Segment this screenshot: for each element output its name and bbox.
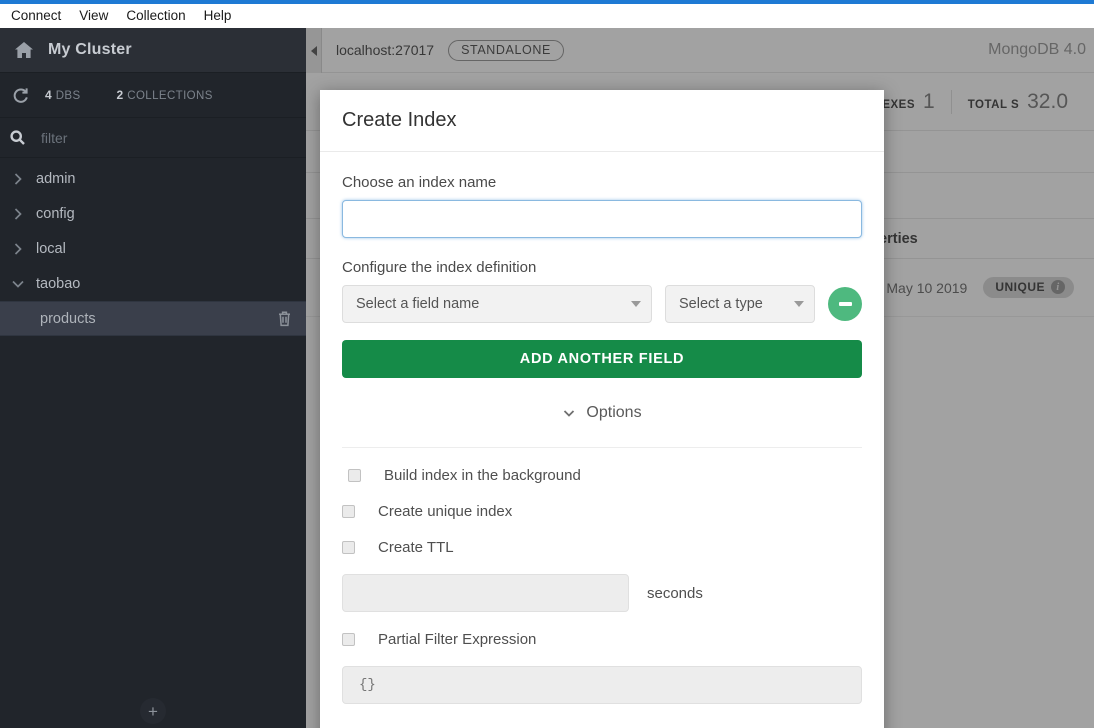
create-ttl-checkbox[interactable] <box>342 541 355 554</box>
dbs-count: 4 <box>45 88 53 102</box>
sidebar-cluster-header[interactable]: My Cluster <box>0 28 306 73</box>
field-type-select[interactable]: Select a type <box>665 285 815 323</box>
sidebar-filter-bar <box>0 118 306 158</box>
sidebar-item-taobao[interactable]: taobao <box>0 266 306 301</box>
options-divider <box>342 447 862 448</box>
create-ttl-label: Create TTL <box>378 539 454 556</box>
collections-count: 2 <box>116 88 124 102</box>
server-version: MongoDB 4.0 <box>988 41 1086 58</box>
chevron-down-icon <box>564 410 575 417</box>
menu-item-collection[interactable]: Collection <box>117 5 194 27</box>
database-name: taobao <box>36 275 81 292</box>
app-window: Connect View Collection Help My Cluster … <box>0 0 1094 728</box>
ttl-value-row: seconds <box>342 574 862 612</box>
sidebar-collapse-button[interactable] <box>306 28 322 73</box>
index-name-label: Choose an index name <box>342 174 497 191</box>
database-list: admin config local taobao products <box>0 158 306 336</box>
index-date: May 10 2019 <box>886 279 968 296</box>
sidebar-stat-dbs: 4 DBS <box>45 88 81 102</box>
collapse-left-icon <box>310 45 317 56</box>
database-name: admin <box>36 170 76 187</box>
index-definition-label: Configure the index definition <box>342 259 537 276</box>
create-index-modal: Create Index Choose an index name Config… <box>320 90 884 728</box>
info-icon[interactable]: i <box>1051 280 1065 294</box>
index-definition-row: Select a field name Select a type <box>342 285 862 323</box>
body-area: My Cluster 4 DBS 2 COLLECTIONS filter ad… <box>0 28 1094 728</box>
options-label: Options <box>586 404 642 421</box>
partial-filter-label: Partial Filter Expression <box>378 631 537 648</box>
stat-label: TOTAL S <box>967 98 1020 111</box>
index-name-input[interactable] <box>342 200 862 238</box>
add-another-field-button[interactable]: ADD ANOTHER FIELD <box>342 340 862 378</box>
chevron-right-icon <box>14 172 22 185</box>
field-type-select-value: Select a type <box>679 296 763 312</box>
chevron-down-icon <box>794 301 804 307</box>
field-name-select[interactable]: Select a field name <box>342 285 652 323</box>
collection-name: products <box>40 310 96 327</box>
seconds-label: seconds <box>647 584 703 602</box>
badge-label: UNIQUE <box>995 280 1045 294</box>
modal-title: Create Index <box>342 109 457 131</box>
option-unique-row[interactable]: Create unique index <box>342 503 862 520</box>
sidebar-item-config[interactable]: config <box>0 196 306 231</box>
home-icon <box>15 42 33 58</box>
sidebar: My Cluster 4 DBS 2 COLLECTIONS filter ad… <box>0 28 306 728</box>
minus-circle-icon <box>838 302 852 306</box>
menu-item-connect[interactable]: Connect <box>2 5 70 27</box>
option-background-row[interactable]: Build index in the background <box>342 467 862 484</box>
stat-total-size: TOTAL S 32.0 <box>950 89 1084 114</box>
connection-host: localhost:27017 <box>336 42 435 58</box>
create-unique-label: Create unique index <box>378 503 513 520</box>
topology-badge: STANDALONE <box>448 39 564 61</box>
partial-filter-input[interactable] <box>342 666 862 704</box>
search-icon <box>10 130 25 145</box>
database-name: local <box>36 240 66 257</box>
build-background-checkbox[interactable] <box>348 469 361 482</box>
trash-icon[interactable] <box>277 310 292 327</box>
stat-value: 32.0 <box>1027 89 1068 113</box>
ttl-seconds-input[interactable] <box>342 574 629 612</box>
create-unique-checkbox[interactable] <box>342 505 355 518</box>
modal-body: Choose an index name Configure the index… <box>320 152 884 704</box>
connection-bar: localhost:27017 STANDALONE MongoDB 4.0 <box>306 28 1094 73</box>
dbs-label: DBS <box>55 90 81 102</box>
modal-header: Create Index <box>320 90 884 152</box>
menu-bar: Connect View Collection Help <box>0 4 1094 28</box>
add-database-button[interactable]: + <box>140 698 166 724</box>
sidebar-item-products[interactable]: products <box>0 301 306 336</box>
field-name-select-value: Select a field name <box>356 296 480 312</box>
stat-value: 1 <box>923 89 935 113</box>
option-ttl-row[interactable]: Create TTL <box>342 539 862 556</box>
database-name: config <box>36 205 75 222</box>
chevron-right-icon <box>14 207 22 220</box>
refresh-icon[interactable] <box>12 87 29 104</box>
sidebar-item-local[interactable]: local <box>0 231 306 266</box>
partial-filter-checkbox[interactable] <box>342 633 355 646</box>
collections-label: COLLECTIONS <box>127 90 213 102</box>
options-toggle[interactable]: Options <box>342 404 862 422</box>
cluster-name: My Cluster <box>48 41 132 58</box>
sidebar-stats-bar: 4 DBS 2 COLLECTIONS <box>0 73 306 118</box>
build-background-label: Build index in the background <box>384 467 581 484</box>
sidebar-stat-collections: 2 COLLECTIONS <box>117 88 213 102</box>
menu-item-help[interactable]: Help <box>195 5 241 27</box>
filter-input[interactable] <box>41 129 261 146</box>
chevron-down-icon <box>631 301 641 307</box>
sidebar-add-bar: + <box>0 698 306 724</box>
sidebar-item-admin[interactable]: admin <box>0 161 306 196</box>
chevron-down-icon <box>12 280 24 288</box>
remove-field-button[interactable] <box>828 287 862 321</box>
status-badge: UNIQUE i <box>983 277 1074 298</box>
option-partial-filter-row[interactable]: Partial Filter Expression <box>342 631 862 648</box>
menu-item-view[interactable]: View <box>70 5 117 27</box>
chevron-right-icon <box>14 242 22 255</box>
